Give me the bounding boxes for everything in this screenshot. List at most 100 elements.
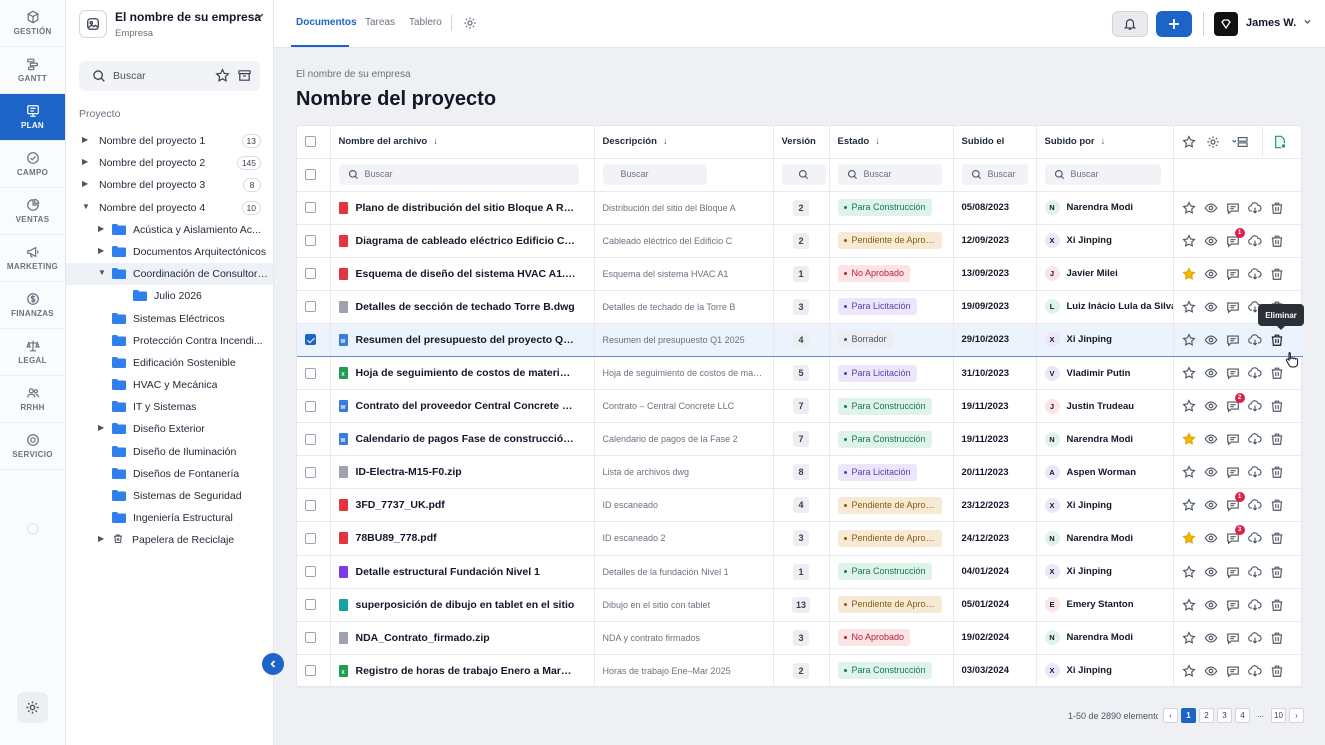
status-badge[interactable]: No Aprobado (837, 629, 911, 647)
file-name[interactable]: Diagrama de cableado eléctrico Edificio … (356, 235, 576, 247)
row-checkbox[interactable] (305, 367, 316, 379)
comments-button[interactable] (1226, 300, 1240, 314)
column-header-uploaded-by[interactable]: Subido por ↓ (1036, 126, 1174, 159)
file-name[interactable]: Resumen del presupuesto del proyecto Q1_… (356, 334, 576, 346)
eye-icon[interactable] (1204, 664, 1218, 678)
star-filled-icon[interactable] (1181, 432, 1196, 446)
status-badge[interactable]: Para Construcción (837, 397, 932, 415)
row-checkbox[interactable] (305, 466, 316, 478)
cloud-download-icon[interactable] (1247, 267, 1262, 281)
row-checkbox[interactable] (305, 532, 316, 544)
comments-button[interactable]: 3 (1226, 525, 1245, 545)
file-name[interactable]: NDA_Contrato_firmado.zip (356, 632, 490, 644)
archive-icon[interactable] (237, 68, 252, 83)
column-header-version[interactable]: Versión (773, 126, 830, 159)
status-badge[interactable]: Para Licitación (837, 298, 917, 316)
row-checkbox[interactable] (305, 334, 316, 346)
star-icon[interactable] (215, 68, 230, 83)
eye-icon[interactable] (1204, 498, 1218, 512)
caret-down-icon[interactable]: ▼ (98, 268, 106, 277)
version-badge[interactable]: 3 (793, 530, 809, 547)
rail-item-ventas[interactable]: VENTAS (0, 188, 65, 235)
trash-icon[interactable] (1270, 234, 1284, 248)
caret-right-icon[interactable]: ▶ (82, 179, 88, 188)
table-row[interactable]: Esquema de diseño del sistema HVAC A1.pd… (297, 257, 1303, 291)
star-icon[interactable] (1181, 564, 1196, 579)
tree-item[interactable]: ▼ Coordinación de Consultores (66, 263, 273, 286)
rail-item-finanzas[interactable]: FINANZAS (0, 282, 65, 329)
eye-icon[interactable] (1204, 432, 1218, 446)
cloud-download-icon[interactable] (1247, 598, 1262, 612)
status-badge[interactable]: Pendiente de Aprobación (837, 496, 942, 514)
eye-icon[interactable] (1204, 300, 1218, 314)
eye-icon[interactable] (1204, 267, 1218, 281)
row-checkbox[interactable] (305, 665, 316, 677)
status-badge[interactable]: Para Licitación (837, 364, 917, 382)
tree-item[interactable]: ▶ Papelera de Reciclaje (66, 529, 273, 551)
version-badge[interactable]: 4 (793, 497, 809, 514)
trash-icon[interactable] (1270, 531, 1284, 545)
comments-button[interactable]: 1 (1226, 227, 1245, 248)
file-name[interactable]: Calendario de pagos Fase de construcción… (356, 433, 576, 445)
tree-item[interactable]: Sistemas de Seguridad (66, 485, 273, 507)
filter-user-input[interactable]: Buscar (1044, 164, 1161, 185)
column-header-file[interactable]: Nombre del archivo ↓ (330, 126, 595, 159)
filter-file-input[interactable]: Buscar (338, 164, 579, 185)
notifications-button[interactable] (1112, 11, 1148, 37)
tree-item[interactable]: ▼ Nombre del proyecto 4 10 (66, 197, 273, 219)
rail-item-marketing[interactable]: MARKETING (0, 235, 65, 282)
trash-icon[interactable] (1270, 366, 1284, 380)
eye-icon[interactable] (1204, 234, 1218, 248)
settings-button[interactable] (17, 692, 48, 723)
star-icon[interactable] (1181, 200, 1196, 215)
filter-date-input[interactable]: Buscar (961, 164, 1028, 185)
status-badge[interactable]: Para Licitación (837, 463, 917, 481)
eye-icon[interactable] (1204, 399, 1218, 413)
page-button[interactable]: 4 (1235, 708, 1250, 723)
column-header-uploaded[interactable]: Subido el (953, 126, 1037, 159)
cloud-download-icon[interactable] (1247, 432, 1262, 446)
version-badge[interactable]: 3 (793, 298, 809, 315)
star-icon[interactable] (1181, 333, 1196, 347)
table-row[interactable]: X Registro de horas de trabajo Enero a Ma… (297, 654, 1303, 688)
comments-button[interactable] (1226, 366, 1240, 380)
prev-page-button[interactable]: ‹ (1163, 708, 1178, 723)
table-row[interactable]: Detalles de sección de techado Torre B.d… (297, 290, 1303, 324)
sort-arrow-icon[interactable]: ↓ (1101, 136, 1106, 147)
row-checkbox[interactable] (305, 599, 316, 611)
page-button[interactable]: 2 (1199, 708, 1214, 723)
table-row[interactable]: Diagrama de cableado eléctrico Edificio … (297, 224, 1303, 258)
eye-icon[interactable] (1204, 465, 1218, 479)
comments-button[interactable] (1226, 664, 1240, 678)
star-icon[interactable] (1181, 597, 1196, 612)
cloud-download-icon[interactable] (1247, 664, 1262, 678)
cloud-download-icon[interactable] (1247, 234, 1262, 248)
tree-item[interactable]: Julio 2026 (66, 285, 273, 307)
star-icon[interactable] (1181, 135, 1196, 149)
tab-tareas[interactable]: Tareas (365, 17, 395, 28)
row-checkbox[interactable] (305, 268, 316, 280)
star-icon[interactable] (1181, 233, 1196, 248)
column-header-description[interactable]: Descripción ↓ (594, 126, 774, 159)
star-filled-icon[interactable] (1181, 531, 1196, 545)
caret-down-icon[interactable]: ▼ (82, 202, 90, 211)
file-name[interactable]: Esquema de diseño del sistema HVAC A1.pd… (356, 268, 576, 280)
eye-icon[interactable] (1204, 333, 1218, 347)
trash-icon[interactable] (1270, 565, 1284, 579)
row-checkbox[interactable] (305, 499, 316, 511)
caret-right-icon[interactable]: ▶ (82, 135, 88, 144)
star-icon[interactable] (1181, 366, 1196, 380)
table-row[interactable]: W Calendario de pagos Fase de construcció… (297, 422, 1303, 457)
cloud-download-icon[interactable] (1247, 399, 1262, 413)
version-badge[interactable]: 7 (793, 431, 809, 448)
tree-item[interactable]: Edificación Sostenible (66, 352, 273, 374)
version-badge[interactable]: 13 (791, 596, 810, 613)
tree-item[interactable]: Diseños de Fontanería (66, 463, 273, 485)
row-checkbox[interactable] (305, 433, 316, 445)
eye-icon[interactable] (1204, 366, 1218, 380)
table-row[interactable]: W Resumen del presupuesto del proyecto Q1… (297, 322, 1303, 357)
add-button[interactable] (1156, 11, 1192, 37)
file-name[interactable]: ID-Electra-M15-F0.zip (356, 466, 462, 478)
search-input[interactable] (113, 66, 209, 86)
rail-item-campo[interactable]: CAMPO (0, 141, 65, 188)
